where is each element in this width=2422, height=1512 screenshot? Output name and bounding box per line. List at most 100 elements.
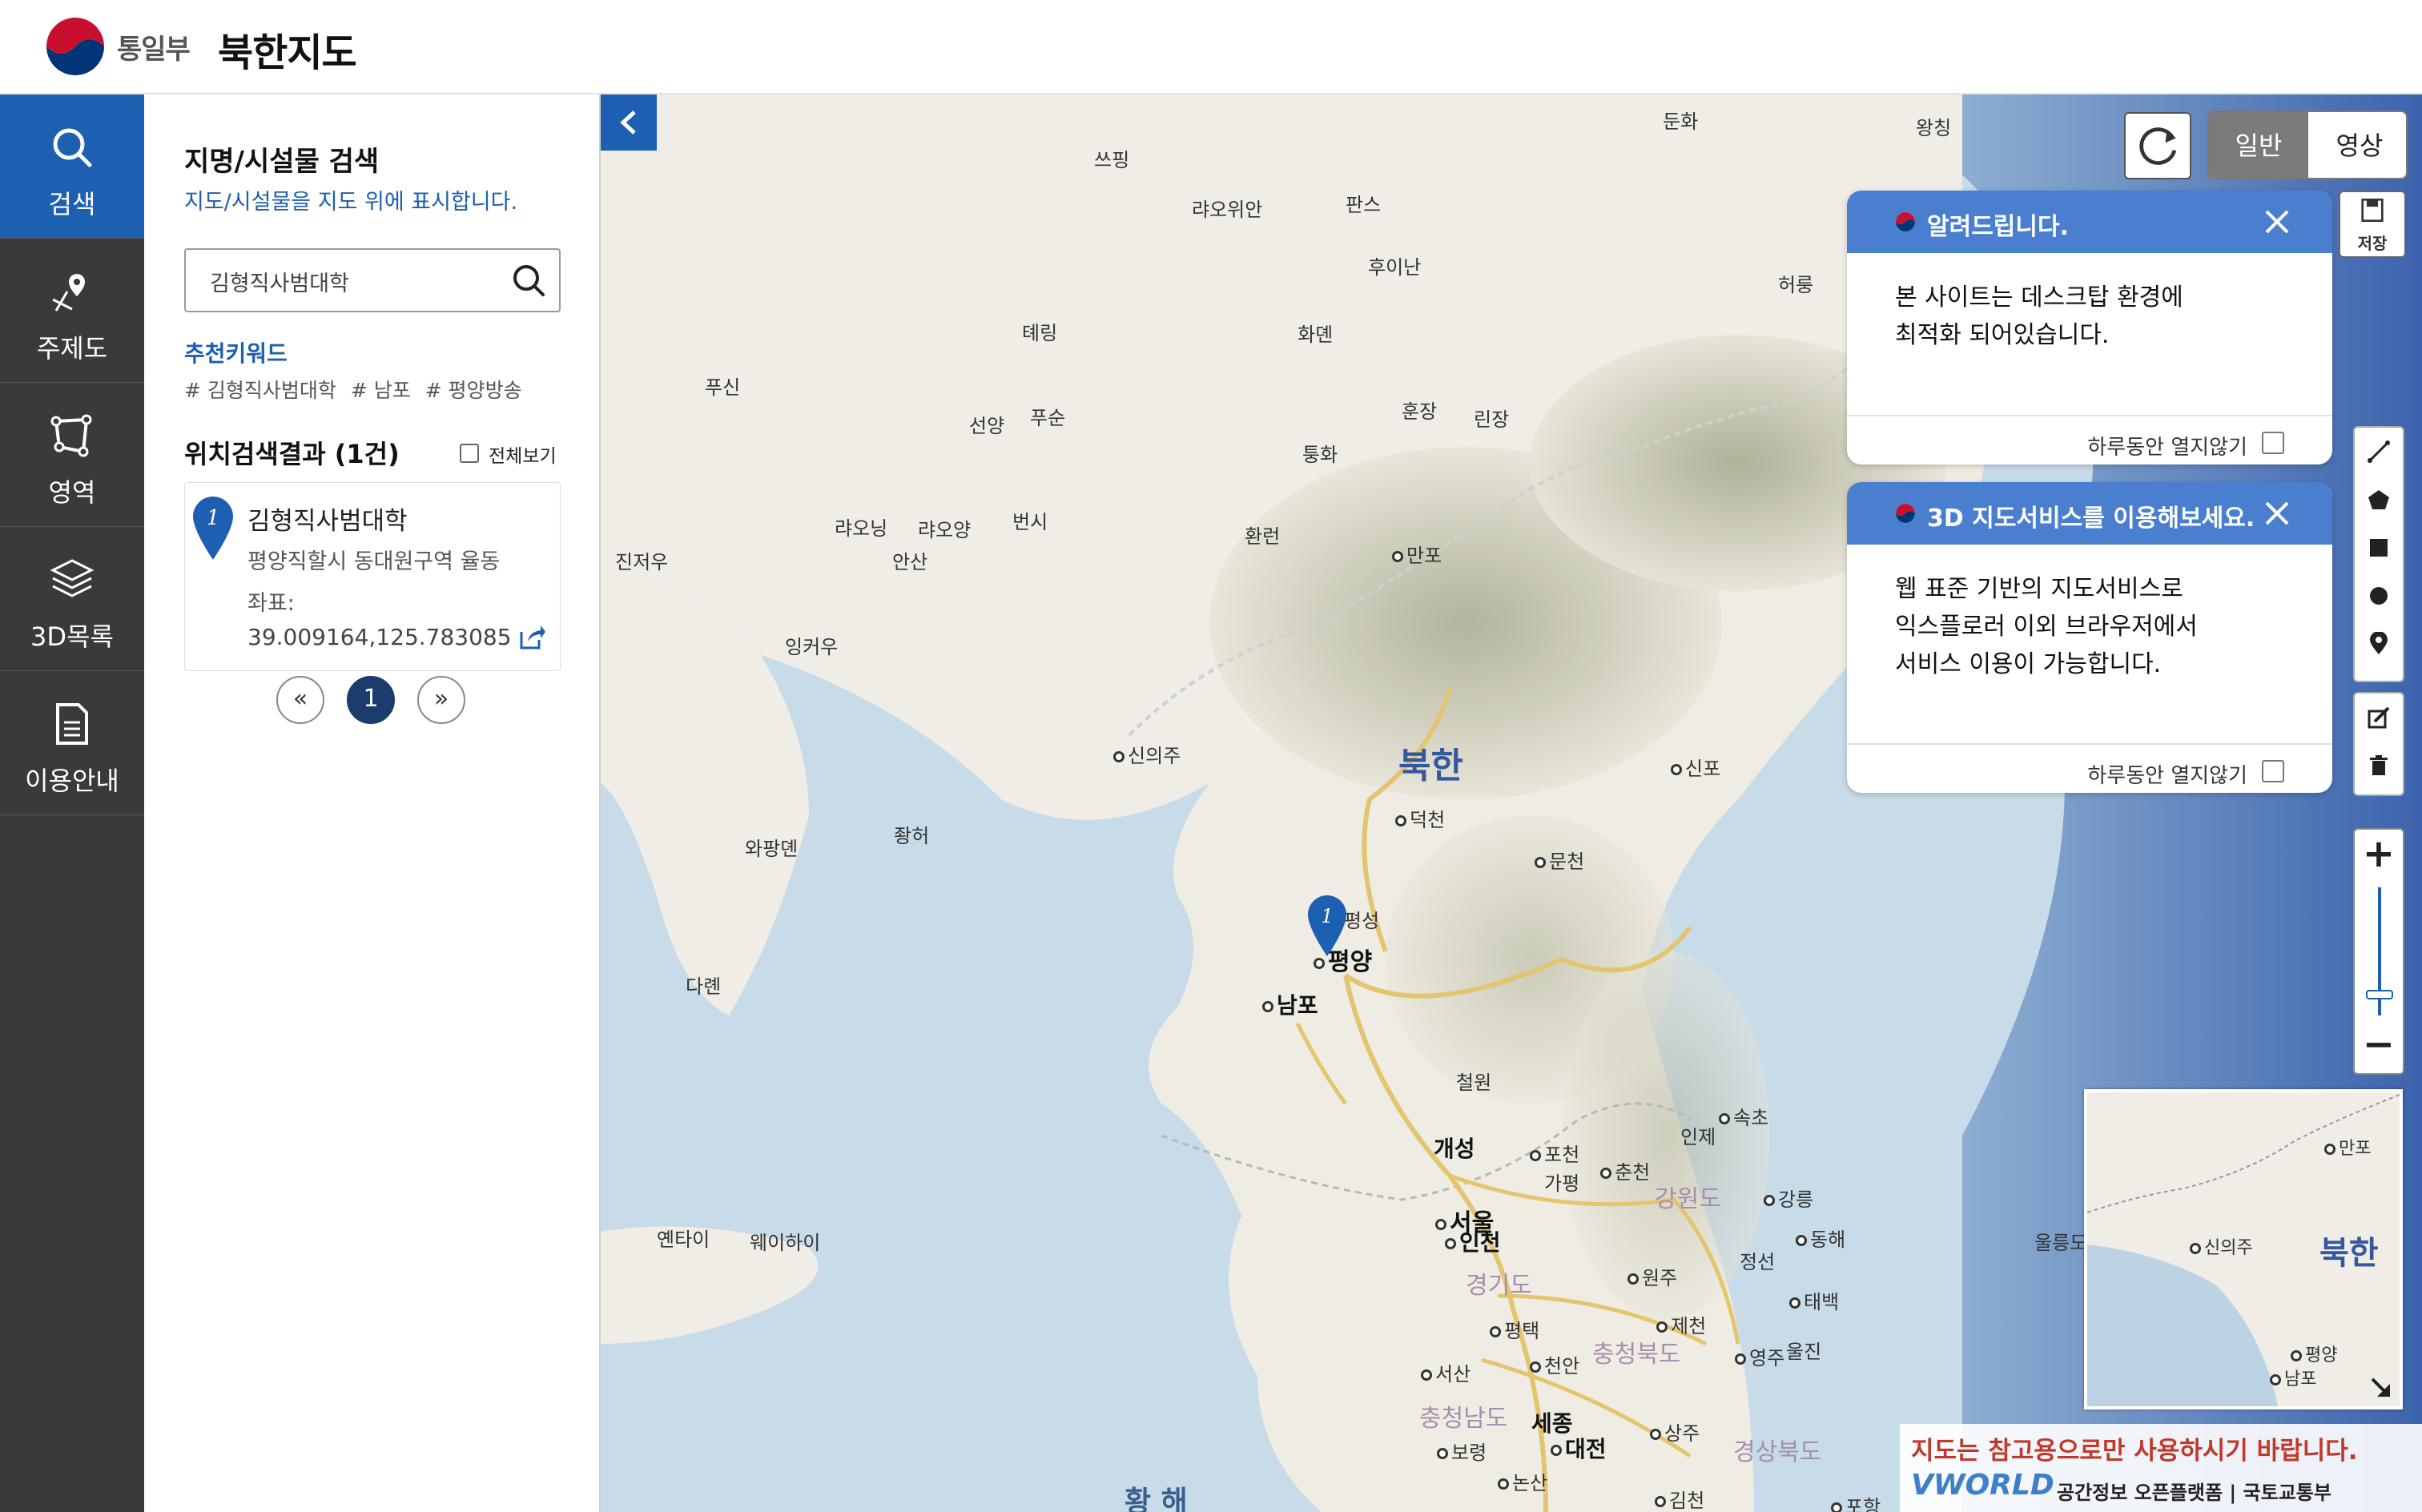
- map-label-city: 쓰핑: [1094, 149, 1130, 171]
- government-emblem-logo[interactable]: [45, 16, 106, 77]
- map-label-city: 강릉: [1764, 1184, 1813, 1212]
- minimap-label-city: 평양: [2291, 1341, 2337, 1366]
- map-view[interactable]: 북한 평양 평성 남포 서울 인천 개성 세종 대전 신의주 만포 신포 문천 …: [601, 94, 2422, 1512]
- map-label-city: 훈장: [1402, 400, 1438, 423]
- panel-title: 지명/시설물 검색: [184, 146, 380, 178]
- map-label-city: 원주: [1627, 1262, 1677, 1290]
- map-label-province: 충청북도: [1592, 1341, 1681, 1369]
- pagination-current-page[interactable]: 1: [347, 676, 395, 724]
- nav-label-theme-map: 주제도: [36, 333, 108, 364]
- recommended-keyword[interactable]: # 남포: [351, 379, 411, 402]
- save-label: 저장: [2357, 234, 2388, 253]
- nav-item-3d-list[interactable]: 3D목록: [0, 527, 144, 671]
- popup-text: 최적화 되어있습니다.: [1895, 321, 2110, 349]
- search-input[interactable]: [210, 264, 498, 298]
- draw-point-tool[interactable]: [2355, 620, 2403, 668]
- result-marker-icon: 1: [193, 497, 233, 560]
- dont-show-today-checkbox[interactable]: [2262, 760, 2284, 782]
- dont-show-today-label[interactable]: 하루동안 열지않기: [2087, 431, 2247, 460]
- map-label-city: 철원: [1456, 1072, 1492, 1094]
- panel-description: 지도/시설물을 지도 위에 표시합니다.: [184, 190, 518, 215]
- draw-rectangle-tool[interactable]: [2355, 524, 2403, 572]
- map-label-city: 화뎬: [1298, 324, 1334, 346]
- map-label-city: 대전: [1551, 1432, 1607, 1464]
- result-name[interactable]: 김형직사범대학: [247, 501, 408, 537]
- popup-title: 알려드립니다.: [1927, 213, 2069, 241]
- map-label-city: 좡허: [894, 825, 930, 847]
- external-link-icon[interactable]: [518, 624, 547, 651]
- disclaimer-text: 지도는 참고용으로만 사용하시기 바랍니다.: [1911, 1437, 2358, 1466]
- pagination-prev-button[interactable]: «: [276, 676, 324, 724]
- map-label-city: 번시: [1012, 511, 1048, 533]
- map-label-city: 진저우: [615, 551, 669, 573]
- popup-header: 3D 지도서비스를 이용해보세요.: [1847, 482, 2332, 545]
- result-title: 위치검색결과 (1건): [184, 439, 400, 469]
- close-icon[interactable]: [2262, 207, 2292, 237]
- draw-polygon-tool[interactable]: [2355, 476, 2403, 524]
- dont-show-today-label[interactable]: 하루동안 열지않기: [2087, 759, 2247, 789]
- result-coord-label: 좌표:: [247, 591, 295, 616]
- map-label-city: 린장: [1474, 408, 1510, 431]
- map-label-city: 태백: [1789, 1286, 1839, 1314]
- dont-show-today-checkbox[interactable]: [2262, 432, 2284, 454]
- overview-minimap[interactable]: 만포 신의주 북한 평양 남포: [2084, 1089, 2403, 1409]
- nav-item-search[interactable]: 검색: [0, 94, 144, 239]
- government-logo-icon: [1896, 212, 1915, 231]
- collapse-panel-button[interactable]: [601, 94, 657, 151]
- zoom-out-button[interactable]: −: [2355, 1022, 2403, 1073]
- map-label-city: 개성: [1434, 1136, 1475, 1162]
- map-type-satellite-button[interactable]: 영상: [2310, 112, 2406, 178]
- zoom-in-button[interactable]: +: [2355, 830, 2403, 881]
- draw-line-tool[interactable]: [2355, 428, 2403, 476]
- popup-text: 웹 표준 기반의 지도서비스로: [1895, 575, 2183, 603]
- delete-tool[interactable]: [2355, 742, 2403, 790]
- result-item[interactable]: 1 김형직사범대학 평양직할시 동대원구역 율동 좌표: 39.009164,1…: [184, 482, 561, 671]
- popup-footer: 하루동안 열지않기: [1847, 415, 2332, 464]
- zoom-slider-handle[interactable]: [2366, 990, 2393, 999]
- refresh-button[interactable]: [2124, 112, 2191, 179]
- expand-arrow-icon[interactable]: [2368, 1374, 2395, 1401]
- map-label-city: 선양: [969, 415, 1005, 437]
- location-pin-icon: [2370, 632, 2388, 654]
- map-marker-index: 1: [1321, 905, 1333, 927]
- view-all-label[interactable]: 전체보기: [489, 440, 557, 468]
- draw-tools: [2353, 426, 2404, 682]
- map-label-city: 신포: [1671, 753, 1720, 781]
- edit-tool[interactable]: [2355, 694, 2403, 742]
- popup-footer: 하루동안 열지않기: [1847, 743, 2332, 793]
- map-label-city: 안산: [892, 551, 928, 573]
- vworld-logo[interactable]: VWORLD: [1911, 1469, 2054, 1502]
- result-address: 평양직할시 동대원구역 율동: [247, 549, 501, 574]
- close-icon[interactable]: [2262, 498, 2292, 529]
- trash-icon: [2370, 755, 2388, 775]
- edit-tools: [2353, 692, 2404, 796]
- ministry-name: 통일부: [117, 34, 191, 66]
- nav-item-theme-map[interactable]: 주제도: [0, 239, 144, 383]
- map-type-general-button[interactable]: 일반: [2209, 112, 2308, 178]
- popup-title: 3D 지도서비스를 이용해보세요.: [1927, 505, 2255, 533]
- view-all-checkbox[interactable]: [460, 444, 479, 463]
- map-label-city: 왕칭: [1916, 117, 1952, 139]
- map-label-city: 천안: [1530, 1350, 1579, 1378]
- site-title[interactable]: 북한지도: [218, 21, 357, 77]
- nav-label-search: 검색: [48, 189, 96, 219]
- map-label-city: 울진: [1786, 1341, 1822, 1363]
- map-label-city: 퉁화: [1302, 444, 1338, 466]
- map-label-city: 환런: [1245, 525, 1281, 548]
- nav-item-guide[interactable]: 이용안내: [0, 671, 144, 815]
- nav-item-area[interactable]: 영역: [0, 383, 144, 527]
- map-label-city: 가평: [1544, 1172, 1580, 1195]
- search-button[interactable]: [509, 261, 549, 301]
- recommended-keywords: # 김형직사범대학 # 남포 # 평양방송: [184, 375, 530, 404]
- map-label-city: 푸순: [1030, 407, 1066, 429]
- save-button[interactable]: 저장: [2339, 191, 2406, 258]
- map-label-sea: 황 해: [1124, 1486, 1188, 1512]
- draw-circle-tool[interactable]: [2355, 572, 2403, 620]
- map-label-city: 논산: [1498, 1467, 1547, 1495]
- recommended-keyword[interactable]: # 김형직사범대학: [184, 379, 336, 402]
- pagination-next-button[interactable]: »: [417, 676, 465, 724]
- document-icon: [56, 703, 88, 745]
- recommended-keyword[interactable]: # 평양방송: [425, 379, 522, 402]
- map-result-marker-icon[interactable]: 1: [1306, 894, 1349, 958]
- theme-map-icon: [52, 274, 85, 312]
